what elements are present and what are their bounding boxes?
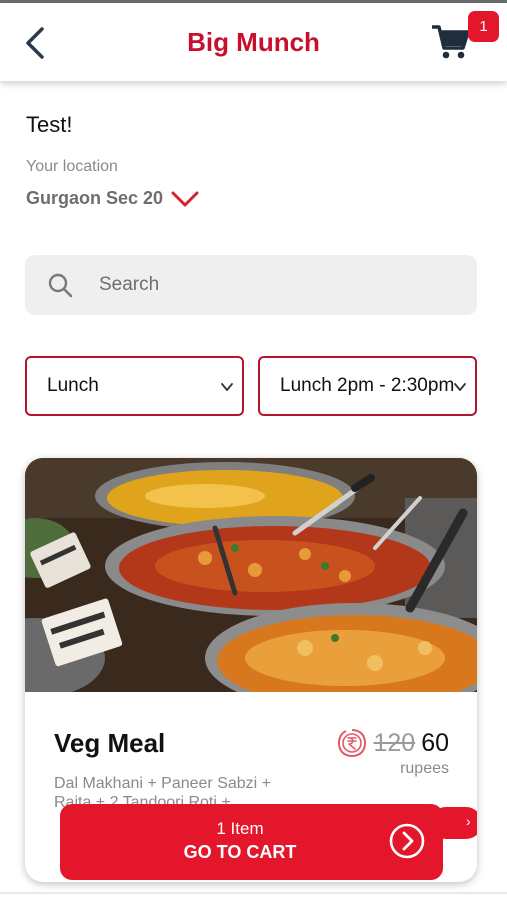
rupee-coin-icon <box>338 729 367 758</box>
cart-count-badge: 1 <box>468 11 499 42</box>
meal-type-value: Lunch <box>47 375 99 396</box>
location-value: Gurgaon Sec 20 <box>26 188 164 208</box>
search-bar[interactable] <box>25 255 477 315</box>
food-image <box>25 458 477 692</box>
price-unit: rupees <box>400 760 449 777</box>
original-price: 120 <box>373 728 416 757</box>
search-icon <box>48 273 73 298</box>
go-to-cart-label: GO TO CART <box>183 842 297 862</box>
chevron-left-icon <box>26 27 44 59</box>
search-input[interactable] <box>99 274 429 296</box>
time-slot-dropdown[interactable]: Lunch 2pm - 2:30pm <box>258 356 477 416</box>
current-price: 60 <box>421 728 449 757</box>
chevron-down-icon <box>171 191 199 206</box>
chevron-down-icon <box>454 383 466 391</box>
bottom-divider <box>0 892 507 894</box>
arrow-right-circle-icon <box>389 823 425 859</box>
price-row: 120 60 <box>337 728 449 758</box>
meal-name: Veg Meal <box>54 728 166 758</box>
chevron-down-icon <box>221 383 233 391</box>
greeting-text: Test! <box>26 112 73 137</box>
location-selector[interactable]: Gurgaon Sec 20 <box>26 188 199 209</box>
go-to-cart-button[interactable]: 1 Item GO TO CART <box>60 804 443 880</box>
shopping-cart-icon <box>432 25 470 59</box>
location-label: Your location <box>26 158 118 175</box>
add-button-glyph: › <box>466 813 471 829</box>
meal-type-dropdown[interactable]: Lunch <box>25 356 244 416</box>
time-slot-value: Lunch 2pm - 2:30pm <box>280 375 455 396</box>
back-button[interactable] <box>18 23 52 63</box>
cart-item-count: 1 Item <box>216 819 264 838</box>
page-title: Big Munch <box>187 26 320 57</box>
app-header: Big Munch 1 <box>0 3 507 81</box>
